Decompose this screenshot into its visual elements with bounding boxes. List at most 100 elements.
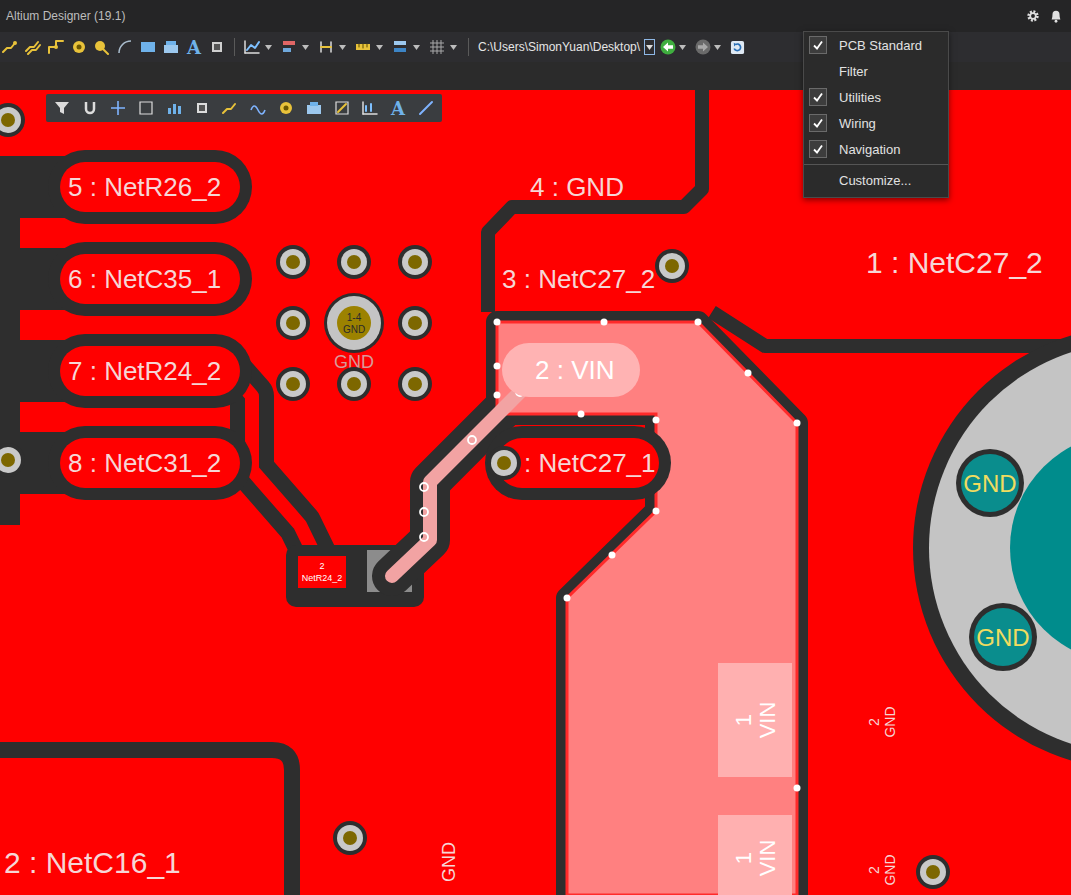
pad[interactable]: 5 : NetR26_2 <box>48 150 252 224</box>
polygon-vertex-handle[interactable] <box>653 508 660 515</box>
checkbox[interactable] <box>809 88 827 106</box>
route-button[interactable] <box>220 98 240 118</box>
via[interactable] <box>398 245 432 279</box>
text-tool-button[interactable]: A <box>388 98 408 118</box>
dropdown-arrow-icon[interactable] <box>339 45 346 50</box>
align-button[interactable] <box>279 37 299 57</box>
gnd-via[interactable]: 1-4GND <box>324 293 384 353</box>
vertical-pad[interactable]: 2GND <box>866 854 898 885</box>
measure-button[interactable] <box>353 37 373 57</box>
pad-copper[interactable] <box>60 438 240 488</box>
checkbox[interactable] <box>809 140 827 158</box>
pad-copper[interactable] <box>60 346 240 396</box>
plus-button[interactable] <box>108 98 128 118</box>
via-button[interactable] <box>69 37 89 57</box>
via[interactable] <box>398 367 432 401</box>
via[interactable] <box>333 821 367 855</box>
pad-copper[interactable] <box>497 438 659 488</box>
filter-button[interactable] <box>52 98 72 118</box>
via[interactable] <box>655 249 689 283</box>
checkbox[interactable] <box>809 36 827 54</box>
mount-pad[interactable]: GND <box>956 449 1024 517</box>
via[interactable] <box>337 367 371 401</box>
via[interactable] <box>337 245 371 279</box>
chip-button[interactable] <box>192 98 212 118</box>
polygon-vertex-handle[interactable] <box>794 785 801 792</box>
dropdown-arrow-icon[interactable] <box>376 45 383 50</box>
diff-pair-button[interactable] <box>23 37 43 57</box>
polygon-vertex-handle[interactable] <box>494 363 501 370</box>
via[interactable] <box>916 855 950 889</box>
polygon-vertex-handle[interactable] <box>794 420 801 427</box>
checkbox[interactable] <box>809 114 827 132</box>
dropdown-arrow-icon[interactable] <box>679 45 686 50</box>
diff-route-button[interactable] <box>248 98 268 118</box>
polygon-vertex-handle[interactable] <box>494 319 501 326</box>
via[interactable] <box>276 306 310 340</box>
track-handle[interactable] <box>468 436 476 444</box>
bar-chart-button[interactable] <box>164 98 184 118</box>
track-handle[interactable] <box>420 508 428 516</box>
menu-item[interactable]: PCB Standard <box>804 32 948 58</box>
pad-button[interactable] <box>92 37 112 57</box>
small-pad[interactable] <box>298 556 346 588</box>
dropdown-arrow-icon[interactable] <box>302 45 309 50</box>
menu-item[interactable]: Navigation <box>804 136 948 162</box>
polygon-vertex-handle[interactable] <box>578 411 585 418</box>
vertical-pad[interactable]: 1VIN <box>718 663 792 777</box>
via[interactable] <box>276 245 310 279</box>
track-handle[interactable] <box>420 533 428 541</box>
fill-button[interactable] <box>304 98 324 118</box>
path-dropdown[interactable] <box>644 39 655 55</box>
via[interactable] <box>0 103 25 137</box>
polygon-vertex-handle[interactable] <box>653 417 660 424</box>
polygon-vertex-handle[interactable] <box>564 595 571 602</box>
grid-button[interactable] <box>427 37 447 57</box>
dropdown-arrow-icon[interactable] <box>450 45 457 50</box>
pad[interactable]: 8 : NetC31_2 <box>48 426 252 500</box>
pad-copper[interactable] <box>60 162 240 212</box>
pad-copper[interactable] <box>718 815 792 895</box>
copper-pour[interactable] <box>0 90 1071 895</box>
pad[interactable]: : NetC27_1 <box>485 426 671 500</box>
document-path-field[interactable]: C:\Users\SimonYuan\Desktop\ <box>476 38 655 56</box>
arc-button[interactable] <box>115 37 135 57</box>
via[interactable] <box>0 443 25 477</box>
fill-button[interactable] <box>138 37 158 57</box>
via[interactable] <box>276 367 310 401</box>
route-button[interactable] <box>0 37 20 57</box>
polygon-vertex-handle[interactable] <box>745 370 752 377</box>
pad-copper[interactable] <box>60 254 240 304</box>
graph-button[interactable] <box>242 37 262 57</box>
layer-stack-button[interactable] <box>390 37 410 57</box>
polygon-vertex-handle[interactable] <box>601 319 608 326</box>
pad-copper[interactable] <box>718 663 792 777</box>
via[interactable] <box>487 446 521 480</box>
mount-pad-copper[interactable] <box>974 608 1032 666</box>
pad[interactable]: 6 : NetC35_1 <box>48 242 252 316</box>
multi-route-button[interactable] <box>46 37 66 57</box>
mounting-hole[interactable] <box>929 342 1071 754</box>
dropdown-arrow-icon[interactable] <box>714 45 721 50</box>
vertical-pad[interactable]: 1VIN <box>718 815 792 895</box>
dropdown-arrow-icon[interactable] <box>265 45 272 50</box>
chart-button[interactable] <box>360 98 380 118</box>
via-button[interactable] <box>276 98 296 118</box>
vin-polygon[interactable] <box>497 322 797 895</box>
pad-copper[interactable] <box>502 343 640 397</box>
menu-item[interactable]: Customize... <box>804 167 948 193</box>
via[interactable] <box>398 306 432 340</box>
line-button[interactable] <box>416 98 436 118</box>
bell-icon[interactable] <box>1049 9 1063 23</box>
select-button[interactable] <box>136 98 156 118</box>
back-arrow-icon[interactable] <box>660 39 676 55</box>
pad[interactable]: 7 : NetR24_2 <box>48 334 252 408</box>
text-tool-button[interactable]: A <box>184 37 204 57</box>
mount-pad[interactable]: GND <box>969 603 1037 671</box>
menu-item[interactable]: Filter <box>804 58 948 84</box>
dropdown-arrow-icon[interactable] <box>413 45 420 50</box>
menu-item[interactable]: Wiring <box>804 110 948 136</box>
dimension-button[interactable] <box>316 37 336 57</box>
polygon-vertex-handle[interactable] <box>695 319 702 326</box>
mount-pad-copper[interactable] <box>961 454 1019 512</box>
